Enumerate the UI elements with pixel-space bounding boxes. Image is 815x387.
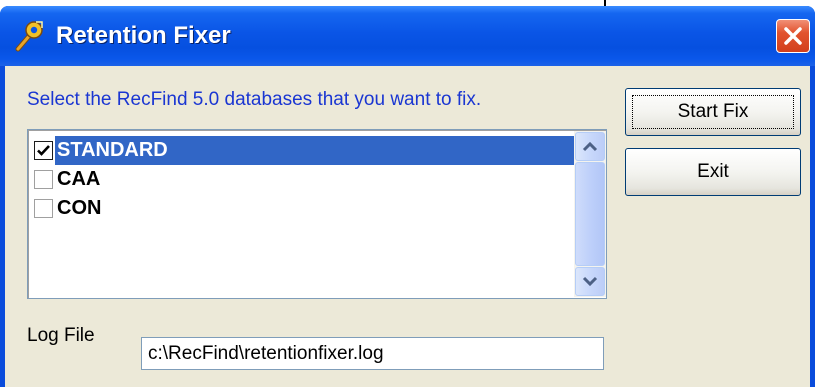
instruction-text: Select the RecFind 5.0 databases that yo… — [27, 89, 482, 110]
log-file-input[interactable] — [141, 337, 604, 370]
start-fix-button[interactable]: Start Fix — [625, 88, 801, 136]
exit-button[interactable]: Exit — [625, 148, 801, 196]
exit-label: Exit — [697, 161, 729, 182]
database-label: CON — [57, 197, 102, 219]
database-item-standard[interactable]: STANDARD — [34, 136, 574, 165]
close-icon — [784, 27, 802, 45]
scroll-thumb[interactable] — [575, 162, 605, 266]
database-checkbox-standard[interactable] — [34, 141, 53, 160]
scroll-down-button[interactable] — [575, 267, 605, 296]
dialog-body: Select the RecFind 5.0 databases that yo… — [5, 66, 810, 387]
start-fix-label: Start Fix — [677, 101, 749, 122]
log-file-label: Log File — [27, 325, 95, 346]
database-checkbox-con[interactable] — [34, 199, 53, 218]
wrench-key-icon — [15, 21, 43, 52]
database-item-con[interactable]: CON — [34, 194, 574, 223]
database-checkbox-caa[interactable] — [34, 170, 53, 189]
dialog-window: Retention Fixer Select the RecFind 5.0 d… — [0, 6, 815, 387]
checkmark-icon — [37, 145, 50, 156]
database-label: STANDARD — [55, 136, 574, 165]
chevron-down-icon — [582, 276, 598, 287]
database-label: CAA — [57, 168, 101, 190]
database-list: STANDARD CAA CON — [34, 136, 574, 223]
window-title: Retention Fixer — [56, 22, 231, 49]
chevron-up-icon — [582, 141, 598, 152]
database-item-caa[interactable]: CAA — [34, 165, 574, 194]
vertical-scrollbar[interactable] — [574, 131, 606, 297]
scroll-up-button[interactable] — [575, 132, 605, 161]
title-bar[interactable]: Retention Fixer — [0, 6, 815, 66]
database-listbox[interactable]: STANDARD CAA CON — [27, 129, 607, 299]
screen: Retention Fixer Select the RecFind 5.0 d… — [0, 0, 815, 387]
close-button[interactable] — [776, 19, 810, 53]
